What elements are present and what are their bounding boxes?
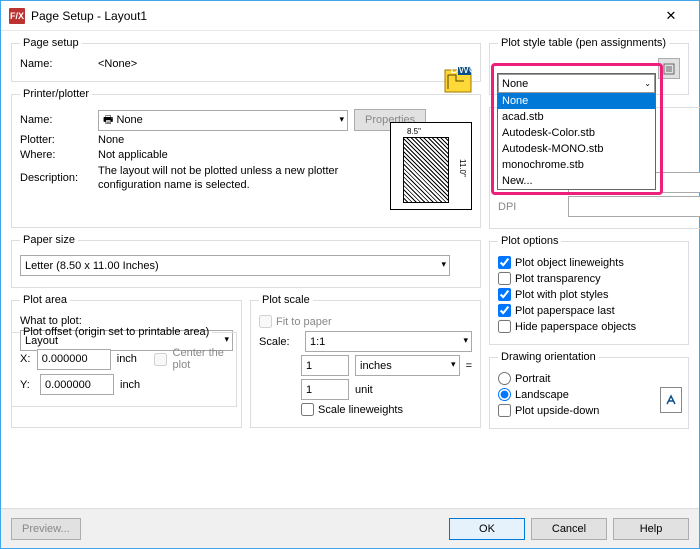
plot-paperspace-label: Plot paperspace last bbox=[515, 305, 615, 317]
plotter-value: None bbox=[98, 134, 124, 146]
paper-size-select[interactable]: Letter (8.50 x 11.00 Inches) bbox=[20, 255, 450, 276]
ok-button[interactable]: OK bbox=[449, 518, 525, 540]
window-title: Page Setup - Layout1 bbox=[31, 9, 651, 23]
printer-name-select[interactable]: 🖶 None bbox=[98, 110, 348, 131]
landscape-label: Landscape bbox=[515, 389, 569, 401]
preview-height: 11.0" bbox=[458, 159, 467, 177]
upside-down-label: Plot upside-down bbox=[515, 405, 599, 417]
plot-lineweights-label: Plot object lineweights bbox=[515, 257, 624, 269]
fit-to-paper-checkbox bbox=[259, 315, 272, 328]
app-icon: F/X bbox=[9, 8, 25, 24]
scale-label: Scale: bbox=[259, 336, 299, 348]
orientation-icon bbox=[660, 387, 682, 413]
scale-num2-input[interactable] bbox=[301, 379, 349, 400]
plotter-label: Plotter: bbox=[20, 134, 92, 146]
center-plot-checkbox bbox=[154, 353, 167, 366]
x-input[interactable] bbox=[37, 349, 111, 370]
printer-group: Printer/plotter Name: 🖶 None ▾ Propertie… bbox=[11, 88, 481, 228]
portrait-radio[interactable] bbox=[498, 372, 511, 385]
titlebar: F/X Page Setup - Layout1 ✕ bbox=[1, 1, 699, 31]
equals-label: = bbox=[466, 360, 472, 372]
plot-lineweights-checkbox[interactable] bbox=[498, 256, 511, 269]
orientation-legend: Drawing orientation bbox=[498, 351, 599, 363]
paper-size-group: Paper size Letter (8.50 x 11.00 Inches) … bbox=[11, 234, 481, 288]
portrait-label: Portrait bbox=[515, 373, 550, 385]
plot-scale-group: Plot scale Fit to paper Scale: 1:1▾ inch… bbox=[250, 294, 481, 428]
where-value: Not applicable bbox=[98, 149, 168, 161]
scale-select[interactable]: 1:1 bbox=[305, 331, 472, 352]
orientation-group: Drawing orientation Portrait Landscape P… bbox=[489, 351, 689, 429]
printer-legend: Printer/plotter bbox=[20, 88, 92, 100]
plot-style-option[interactable]: Autodesk-MONO.stb bbox=[498, 141, 655, 157]
upside-down-checkbox[interactable] bbox=[498, 404, 511, 417]
landscape-radio[interactable] bbox=[498, 388, 511, 401]
page-setup-group: Page setup Name: <None> DWG bbox=[11, 37, 481, 82]
plot-offset-legend: Plot offset (origin set to printable are… bbox=[20, 326, 212, 338]
plot-transparency-label: Plot transparency bbox=[515, 273, 601, 285]
desc-value: The layout will not be plotted unless a … bbox=[98, 164, 348, 192]
display-plot-styles-button[interactable] bbox=[658, 58, 680, 79]
scale-lineweights-checkbox[interactable] bbox=[301, 403, 314, 416]
plot-transparency-checkbox[interactable] bbox=[498, 272, 511, 285]
page-setup-legend: Page setup bbox=[20, 37, 82, 49]
x-label: X: bbox=[20, 353, 31, 365]
plot-style-option[interactable]: None bbox=[498, 93, 655, 109]
paper-size-legend: Paper size bbox=[20, 234, 78, 246]
plot-style-option[interactable]: New... bbox=[498, 173, 655, 189]
plot-style-option[interactable]: acad.stb bbox=[498, 109, 655, 125]
plot-style-option[interactable]: Autodesk-Color.stb bbox=[498, 125, 655, 141]
plot-styles-checkbox[interactable] bbox=[498, 288, 511, 301]
hide-paperspace-checkbox[interactable] bbox=[498, 320, 511, 333]
paper-preview: 8.5" 11.0" bbox=[390, 122, 472, 210]
x-unit: inch bbox=[117, 353, 137, 365]
plot-styles-label: Plot with plot styles bbox=[515, 289, 609, 301]
fit-to-paper-label: Fit to paper bbox=[276, 316, 332, 328]
plot-style-combo[interactable]: None⌄ bbox=[498, 74, 655, 93]
center-plot-label: Center the plot bbox=[173, 347, 228, 371]
plot-options-legend: Plot options bbox=[498, 235, 561, 247]
plot-style-legend: Plot style table (pen assignments) bbox=[498, 37, 669, 49]
page-name-value: <None> bbox=[98, 58, 137, 70]
unit-label: unit bbox=[355, 384, 417, 396]
desc-label: Description: bbox=[20, 172, 92, 184]
plot-style-option[interactable]: monochrome.stb bbox=[498, 157, 655, 173]
plot-style-dropdown[interactable]: None⌄ None acad.stb Autodesk-Color.stb A… bbox=[497, 73, 656, 190]
cancel-button[interactable]: Cancel bbox=[531, 518, 607, 540]
scale-lineweights-label: Scale lineweights bbox=[318, 404, 403, 416]
page-name-label: Name: bbox=[20, 58, 92, 70]
where-label: Where: bbox=[20, 149, 92, 161]
chevron-down-icon: ⌄ bbox=[644, 79, 651, 88]
dpi-input bbox=[568, 196, 700, 217]
y-label: Y: bbox=[20, 379, 34, 391]
plot-area-legend: Plot area bbox=[20, 294, 70, 306]
scale-unit-select[interactable]: inches bbox=[355, 355, 460, 376]
plot-offset-group: Plot offset (origin set to printable are… bbox=[11, 326, 237, 407]
preview-button[interactable]: Preview... bbox=[11, 518, 81, 540]
printer-name-label: Name: bbox=[20, 114, 92, 126]
plot-options-group: Plot options Plot object lineweights Plo… bbox=[489, 235, 689, 345]
dpi-label: DPI bbox=[498, 201, 562, 213]
bottom-bar: Preview... OK Cancel Help bbox=[1, 508, 699, 548]
help-button[interactable]: Help bbox=[613, 518, 689, 540]
plot-paperspace-checkbox[interactable] bbox=[498, 304, 511, 317]
close-button[interactable]: ✕ bbox=[651, 2, 691, 30]
y-unit: inch bbox=[120, 379, 140, 391]
plot-scale-legend: Plot scale bbox=[259, 294, 313, 306]
preview-width: 8.5" bbox=[407, 127, 421, 136]
scale-num1-input[interactable] bbox=[301, 355, 349, 376]
hide-paperspace-label: Hide paperspace objects bbox=[515, 321, 636, 333]
y-input[interactable] bbox=[40, 374, 114, 395]
